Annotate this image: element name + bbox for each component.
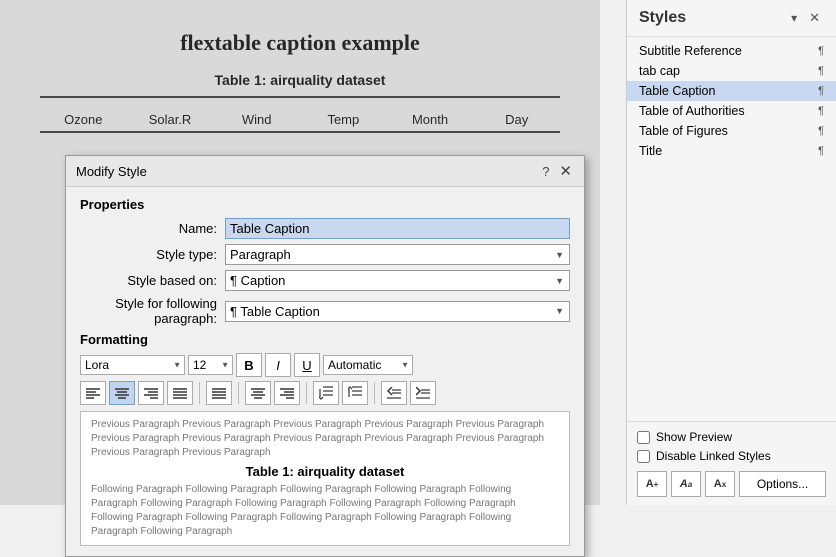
name-field (225, 218, 570, 239)
styles-panel-title: Styles (639, 9, 686, 27)
style-type-row: Style type: Paragraph Character Linked (80, 244, 570, 265)
underline-button[interactable]: U (294, 353, 320, 377)
style-following-row: Style for following paragraph: ¶ Table C… (80, 296, 570, 326)
toolbar-separator-3 (306, 382, 307, 404)
style-item-name: Table Caption (639, 84, 818, 98)
align-center-button[interactable] (109, 381, 135, 405)
name-label: Name: (80, 221, 225, 236)
spacing-increase-button[interactable] (342, 381, 368, 405)
style-item-name: tab cap (639, 64, 818, 78)
color-select[interactable]: Automatic Black Red (323, 355, 413, 375)
styles-panel: Styles ▾ ✕ Subtitle Reference ¶ tab cap … (626, 0, 836, 505)
styles-panel-header-controls: ▾ ✕ (787, 8, 824, 28)
style-item-name: Table of Authorities (639, 104, 818, 118)
dialog-titlebar-controls: ? ✕ (542, 162, 574, 180)
dialog-titlebar: Modify Style ? ✕ (66, 156, 584, 187)
style-item-tab-cap[interactable]: tab cap ¶ (627, 61, 836, 81)
styles-list: Subtitle Reference ¶ tab cap ¶ Table Cap… (627, 37, 836, 421)
disable-linked-label: Disable Linked Styles (656, 449, 771, 463)
align-left-button[interactable] (80, 381, 106, 405)
styles-action-buttons: A+ Aa Ax Options... (637, 471, 826, 497)
style-following-select-wrapper: ¶ Table Caption Normal (225, 301, 570, 322)
style-based-label: Style based on: (80, 273, 225, 288)
formatting-section: Formatting Lora 12 10 11 14 (80, 332, 570, 546)
size-select-wrapper: 12 10 11 14 (188, 355, 233, 375)
preview-previous-text: Previous Paragraph Previous Paragraph Pr… (91, 418, 559, 460)
align-right-button[interactable] (138, 381, 164, 405)
style-type-label: Style type: (80, 247, 225, 262)
show-preview-label: Show Preview (656, 430, 732, 444)
styles-panel-expand-button[interactable]: ▾ (787, 9, 801, 27)
name-input[interactable] (225, 218, 570, 239)
align-toolbar (80, 381, 570, 405)
style-based-select[interactable]: ¶ Caption Normal (225, 270, 570, 291)
style-inspector-button[interactable]: Aa (671, 471, 701, 497)
style-item-title[interactable]: Title ¶ (627, 141, 836, 161)
font-select-wrapper: Lora (80, 355, 185, 375)
indent-decrease-button[interactable] (381, 381, 407, 405)
style-item-table-figures[interactable]: Table of Figures ¶ (627, 121, 836, 141)
dialog-body: Properties Name: Style type: Paragraph C… (66, 187, 584, 556)
spacing-decrease-button[interactable] (313, 381, 339, 405)
preview-area: Previous Paragraph Previous Paragraph Pr… (80, 411, 570, 546)
show-preview-checkbox[interactable] (637, 431, 650, 444)
styles-panel-footer: Show Preview Disable Linked Styles A+ Aa… (627, 421, 836, 505)
toolbar-separator-4 (374, 382, 375, 404)
formatting-toolbar: Lora 12 10 11 14 B I U (80, 353, 570, 377)
align-right2-button[interactable] (274, 381, 300, 405)
font-select[interactable]: Lora (80, 355, 185, 375)
dialog-title: Modify Style (76, 164, 147, 179)
style-based-row: Style based on: ¶ Caption Normal (80, 270, 570, 291)
style-item-subtitle-ref[interactable]: Subtitle Reference ¶ (627, 41, 836, 61)
size-select[interactable]: 12 10 11 14 (188, 355, 233, 375)
align-center2-button[interactable] (245, 381, 271, 405)
style-item-table-caption[interactable]: Table Caption ¶ (627, 81, 836, 101)
style-based-select-wrapper: ¶ Caption Normal (225, 270, 570, 291)
modify-style-dialog: Modify Style ? ✕ Properties Name: Style … (65, 155, 585, 557)
dialog-help-button[interactable]: ? (542, 164, 549, 179)
style-item-name: Title (639, 144, 818, 158)
bold-button[interactable]: B (236, 353, 262, 377)
preview-main-text: Table 1: airquality dataset (91, 464, 559, 479)
formatting-label: Formatting (80, 332, 570, 347)
new-style-button[interactable]: A+ (637, 471, 667, 497)
style-type-select[interactable]: Paragraph Character Linked (225, 244, 570, 265)
options-button[interactable]: Options... (739, 471, 826, 497)
preview-following-text: Following Paragraph Following Paragraph … (91, 483, 559, 539)
style-following-label: Style for following paragraph: (80, 296, 225, 326)
styles-panel-header: Styles ▾ ✕ (627, 0, 836, 37)
style-item-name: Subtitle Reference (639, 44, 818, 58)
toolbar-separator-2 (238, 382, 239, 404)
disable-linked-row: Disable Linked Styles (637, 449, 826, 463)
style-item-name: Table of Figures (639, 124, 818, 138)
styles-panel-close-button[interactable]: ✕ (805, 8, 824, 28)
properties-section-label: Properties (80, 197, 570, 212)
italic-button[interactable]: I (265, 353, 291, 377)
align-justify-button[interactable] (167, 381, 193, 405)
color-select-wrapper: Automatic Black Red (323, 355, 413, 375)
name-row: Name: (80, 218, 570, 239)
indent-increase-button[interactable] (410, 381, 436, 405)
style-type-select-wrapper: Paragraph Character Linked (225, 244, 570, 265)
show-preview-row: Show Preview (637, 430, 826, 444)
style-item-table-authorities[interactable]: Table of Authorities ¶ (627, 101, 836, 121)
clear-style-button[interactable]: Ax (705, 471, 735, 497)
distributed-button[interactable] (206, 381, 232, 405)
dialog-close-button[interactable]: ✕ (557, 162, 574, 180)
disable-linked-checkbox[interactable] (637, 450, 650, 463)
toolbar-separator-1 (199, 382, 200, 404)
style-following-select[interactable]: ¶ Table Caption Normal (225, 301, 570, 322)
